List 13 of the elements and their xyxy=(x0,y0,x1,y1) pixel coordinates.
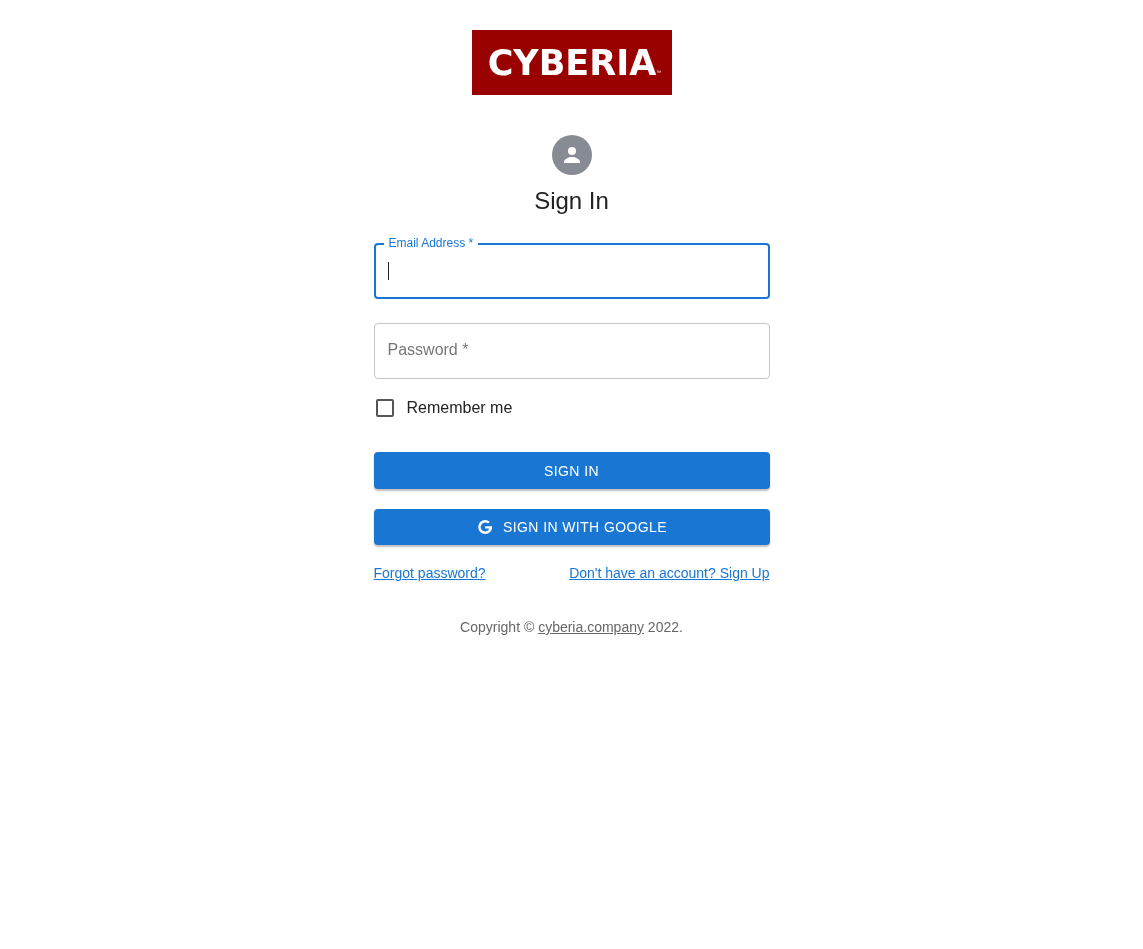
link[interactable]: Forgot password? xyxy=(373,565,486,581)
link[interactable]: cyberia.company xyxy=(538,619,644,635)
link[interactable]: Don't have an account? Sign Up xyxy=(569,565,770,581)
page-title: Sign In xyxy=(534,186,609,216)
field-placeholder: Password * xyxy=(387,341,469,359)
sign-in-button[interactable]: SIGN IN xyxy=(373,452,770,489)
copyright-text: Copyright © cyberia.company 2022. xyxy=(460,619,683,635)
google-icon xyxy=(476,518,494,536)
checkbox-label: Remember me xyxy=(406,399,513,417)
field-label: Email Address * xyxy=(383,236,479,250)
google-sign-in-button[interactable]: SIGN IN WITH GOOGLE xyxy=(373,509,770,545)
checkbox[interactable] xyxy=(375,399,394,417)
avatar-icon xyxy=(551,135,592,175)
